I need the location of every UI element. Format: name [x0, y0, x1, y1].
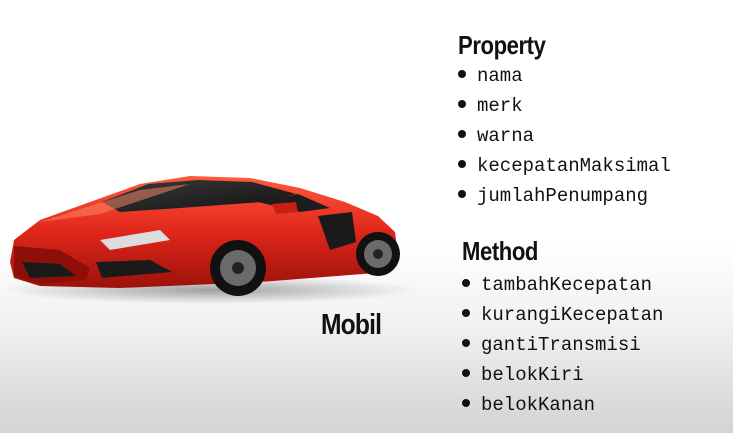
car-image: [0, 176, 420, 304]
object-label: Mobil: [321, 309, 382, 341]
list-item: belokKanan: [462, 390, 663, 420]
method-heading: Method: [462, 236, 539, 266]
list-item: nama: [458, 61, 671, 91]
list-item: kurangiKecepatan: [462, 300, 663, 330]
list-item: merk: [458, 91, 671, 121]
list-item: kecepatanMaksimal: [458, 151, 671, 181]
property-list: nama merk warna kecepatanMaksimal jumlah…: [458, 61, 671, 211]
method-list: tambahKecepatan kurangiKecepatan gantiTr…: [462, 270, 663, 420]
list-item: belokKiri: [462, 360, 663, 390]
list-item: gantiTransmisi: [462, 330, 663, 360]
property-heading: Property: [458, 30, 546, 60]
list-item: jumlahPenumpang: [458, 181, 671, 211]
list-item: tambahKecepatan: [462, 270, 663, 300]
list-item: warna: [458, 121, 671, 151]
